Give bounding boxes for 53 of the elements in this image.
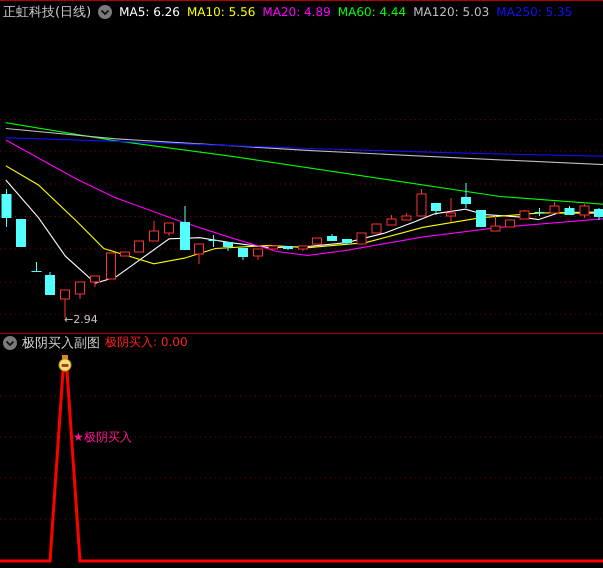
candlestick [164, 222, 174, 236]
buy-signal-label: ★极阴买入 [73, 430, 132, 444]
candlestick [564, 206, 574, 216]
candlestick [283, 246, 293, 250]
candlestick [446, 198, 456, 222]
candlestick [476, 210, 486, 228]
candlestick [238, 248, 248, 260]
candlestick [106, 252, 116, 280]
candlestick [416, 188, 426, 216]
candlestick [431, 202, 441, 216]
candlestick [194, 244, 204, 264]
candlestick [223, 242, 233, 252]
moving-average-value: MA20: 4.89 [262, 4, 331, 18]
candlestick [372, 224, 382, 234]
candlestick [134, 240, 144, 252]
candlestick [342, 238, 352, 246]
candlestick [594, 208, 603, 220]
chart-title: 正虹科技(日线) [3, 4, 92, 20]
candlestick [120, 252, 130, 256]
indicator-value: 极阴买入: 0.00 [105, 334, 188, 351]
candlestick [505, 220, 515, 228]
moving-average-value: MA10: 5.56 [186, 4, 256, 18]
candlestick [253, 248, 263, 260]
candlestick [90, 276, 100, 288]
candlestick [45, 272, 55, 296]
moving-average-value: MA250: 5.35 [496, 4, 572, 18]
candlestick [402, 212, 412, 220]
candlestick [149, 220, 159, 242]
candlestick [520, 210, 530, 220]
candlestick [268, 244, 278, 250]
moving-average-value: MA60: 4.44 [338, 4, 406, 18]
candlestick [386, 214, 396, 226]
candlestick [490, 216, 500, 232]
candlestick [356, 232, 366, 244]
moving-average-value: MA5: 6.26 [119, 4, 180, 18]
low-price-label: ←2.94 [64, 313, 98, 326]
candlestick [208, 234, 218, 248]
candlestick [2, 188, 12, 228]
candlestick [534, 208, 544, 216]
indicator-title: 极阴买入副图 [22, 334, 100, 352]
candlestick [32, 262, 42, 272]
candlestick [327, 234, 337, 242]
candlestick [550, 202, 560, 214]
dropdown-icon[interactable] [98, 4, 112, 18]
candlestick [75, 282, 85, 300]
moving-average-value: MA120: 5.03 [413, 4, 490, 18]
candlestick [180, 206, 190, 250]
dropdown-icon[interactable] [3, 336, 17, 350]
candlestick [461, 182, 471, 208]
candlestick [580, 204, 590, 218]
candlestick [16, 218, 26, 248]
candlestick [298, 246, 308, 252]
candlestick [312, 238, 322, 244]
